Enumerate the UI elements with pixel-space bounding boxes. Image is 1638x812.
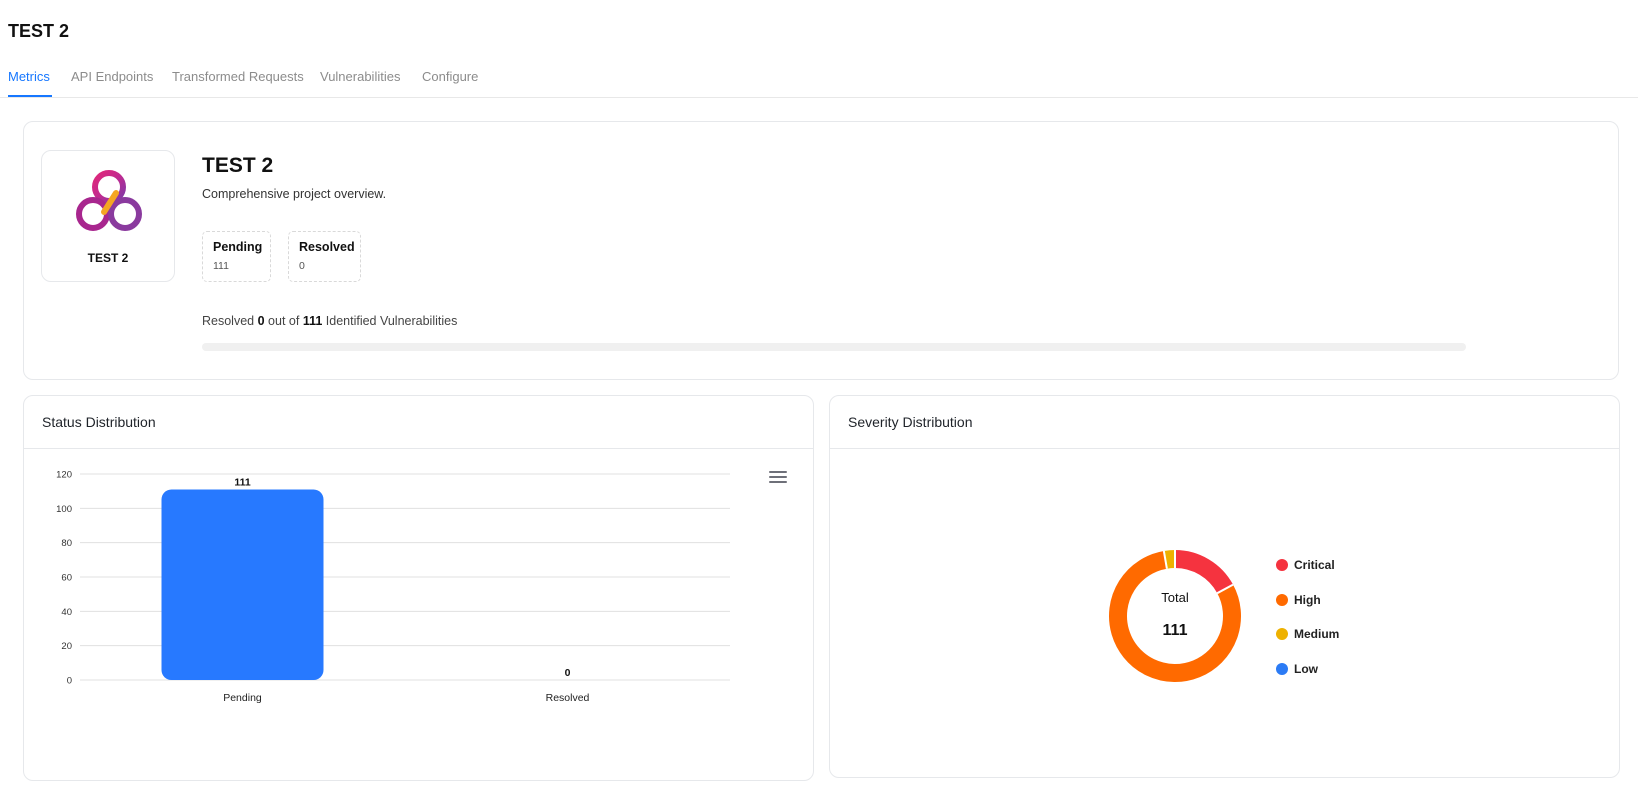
- y-tick-label: 0: [67, 676, 72, 687]
- legend-dot: [1276, 628, 1288, 640]
- donut-center-value: 111: [1162, 622, 1188, 639]
- legend-label: Critical: [1294, 558, 1335, 572]
- severity-distribution-panel: Severity Distribution Total 111 Critical…: [829, 395, 1620, 778]
- y-tick-label: 60: [61, 573, 72, 584]
- page-title: TEST 2: [8, 21, 70, 41]
- tab-configure[interactable]: Configure: [422, 69, 478, 84]
- resolution-progress-bar: [202, 343, 1466, 351]
- donut-slice-medium[interactable]: [1163, 550, 1176, 569]
- resolved-stat-value: 0: [299, 260, 305, 272]
- legend-label: Low: [1294, 661, 1318, 676]
- severity-donut-chart: [1109, 550, 1241, 682]
- total-count: 111: [302, 314, 323, 328]
- donut-slice-critical[interactable]: [1174, 550, 1234, 594]
- tab-vulnerabilities[interactable]: Vulnerabilities: [320, 69, 400, 84]
- tab-transformed-requests[interactable]: Transformed Requests: [172, 69, 304, 84]
- legend-label: High: [1294, 592, 1321, 607]
- y-tick-label: 40: [61, 607, 72, 618]
- project-overview-card: TEST 2 TEST 2 Comprehensive project over…: [23, 121, 1619, 380]
- legend-dot: [1276, 559, 1288, 571]
- status-bar-chart: 0 20 40 60 80 100 120 111 Pending 0 Resolved: [56, 470, 730, 704]
- trefoil-knot-logo: [76, 170, 142, 231]
- legend-dot: [1276, 593, 1288, 606]
- severity-panel-header: Severity Distribution: [830, 396, 1619, 449]
- status-distribution-panel: Status Distribution 0 20 40 60 80 100 120 111 Pe…: [23, 395, 814, 781]
- bar-data-label: 0: [565, 667, 571, 679]
- legend-label: Medium: [1294, 627, 1340, 641]
- project-logo-card: TEST 2: [41, 150, 175, 282]
- resolved-stat-label: Resolved: [299, 240, 355, 254]
- tab-metrics[interactable]: Metrics: [8, 69, 50, 84]
- y-tick-label: 80: [61, 538, 72, 549]
- resolved-prefix: Resolved: [202, 314, 255, 328]
- pending-stat-label: Pending: [213, 240, 263, 254]
- y-tick-label: 100: [56, 504, 72, 515]
- project-title: TEST 2: [202, 154, 274, 177]
- status-panel-header: Status Distribution: [24, 396, 813, 449]
- legend-dot: [1276, 662, 1288, 675]
- donut-center-label: Total: [1161, 590, 1189, 605]
- resolved-stat: Resolved 0: [288, 231, 361, 282]
- x-category-label: Resolved: [546, 692, 590, 704]
- severity-panel-title: Severity Distribution: [848, 414, 973, 430]
- bar-data-label: 111: [234, 476, 251, 488]
- x-category-label: Pending: [223, 692, 262, 704]
- pending-stat-value: 111: [213, 260, 229, 272]
- y-tick-label: 120: [56, 470, 72, 481]
- tab-bar: Metrics API Endpoints Transformed Reques…: [0, 58, 1638, 98]
- pending-stat: Pending 111: [202, 231, 271, 282]
- tab-api-endpoints[interactable]: API Endpoints: [71, 69, 153, 84]
- resolved-suffix: Identified Vulnerabilities: [325, 314, 458, 328]
- y-tick-label: 20: [61, 641, 72, 652]
- resolved-summary: Resolved 0 out of 111 Identified Vulnera…: [202, 314, 457, 328]
- resolved-mid: out of: [268, 314, 300, 328]
- resolved-count: 0: [257, 314, 265, 328]
- project-description: Comprehensive project overview.: [202, 187, 387, 201]
- bar-pending[interactable]: [161, 489, 324, 680]
- active-tab-indicator: [8, 95, 52, 97]
- logo-project-name: TEST 2: [87, 251, 129, 265]
- status-panel-title: Status Distribution: [42, 414, 156, 430]
